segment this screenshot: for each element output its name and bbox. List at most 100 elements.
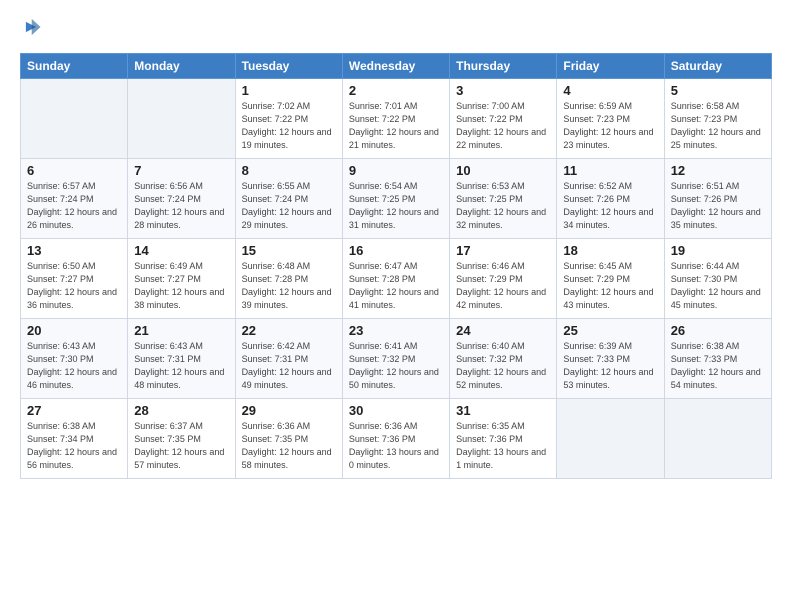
week-row-1: 1 Sunrise: 7:02 AMSunset: 7:22 PMDaylight…: [21, 79, 772, 159]
calendar-cell: 15 Sunrise: 6:48 AMSunset: 7:28 PMDayligh…: [235, 239, 342, 319]
calendar-cell: 13 Sunrise: 6:50 AMSunset: 7:27 PMDayligh…: [21, 239, 128, 319]
calendar-cell: [21, 79, 128, 159]
day-info: Sunrise: 6:53 AMSunset: 7:25 PMDaylight:…: [456, 180, 550, 232]
calendar-cell: 28 Sunrise: 6:37 AMSunset: 7:35 PMDayligh…: [128, 399, 235, 479]
day-info: Sunrise: 6:57 AMSunset: 7:24 PMDaylight:…: [27, 180, 121, 232]
day-info: Sunrise: 6:43 AMSunset: 7:31 PMDaylight:…: [134, 340, 228, 392]
day-number: 29: [242, 403, 336, 418]
day-number: 24: [456, 323, 550, 338]
week-row-4: 20 Sunrise: 6:43 AMSunset: 7:30 PMDayligh…: [21, 319, 772, 399]
calendar-table: SundayMondayTuesdayWednesdayThursdayFrid…: [20, 53, 772, 479]
day-number: 13: [27, 243, 121, 258]
week-row-2: 6 Sunrise: 6:57 AMSunset: 7:24 PMDaylight…: [21, 159, 772, 239]
calendar-cell: 19Sunrise: 6:44 AMSunset: 7:30 PMDayligh…: [664, 239, 771, 319]
day-number: 28: [134, 403, 228, 418]
calendar-cell: 14Sunrise: 6:49 AMSunset: 7:27 PMDayligh…: [128, 239, 235, 319]
day-number: 16: [349, 243, 443, 258]
day-number: 9: [349, 163, 443, 178]
calendar-cell: 8 Sunrise: 6:55 AMSunset: 7:24 PMDaylight…: [235, 159, 342, 239]
day-number: 11: [563, 163, 657, 178]
calendar-cell: 5Sunrise: 6:58 AMSunset: 7:23 PMDaylight…: [664, 79, 771, 159]
calendar-cell: [664, 399, 771, 479]
day-info: Sunrise: 6:36 AMSunset: 7:35 PMDaylight:…: [242, 420, 336, 472]
day-info: Sunrise: 6:47 AMSunset: 7:28 PMDaylight:…: [349, 260, 443, 312]
weekday-header-tuesday: Tuesday: [235, 54, 342, 79]
calendar-cell: 17 Sunrise: 6:46 AMSunset: 7:29 PMDayligh…: [450, 239, 557, 319]
day-number: 30: [349, 403, 443, 418]
calendar-cell: 18 Sunrise: 6:45 AMSunset: 7:29 PMDayligh…: [557, 239, 664, 319]
calendar-cell: 30 Sunrise: 6:36 AMSunset: 7:36 PMDayligh…: [342, 399, 449, 479]
calendar-cell: 11Sunrise: 6:52 AMSunset: 7:26 PMDayligh…: [557, 159, 664, 239]
day-info: Sunrise: 6:35 AMSunset: 7:36 PMDaylight:…: [456, 420, 550, 472]
calendar-cell: 31 Sunrise: 6:35 AMSunset: 7:36 PMDayligh…: [450, 399, 557, 479]
weekday-header-friday: Friday: [557, 54, 664, 79]
calendar-cell: 6 Sunrise: 6:57 AMSunset: 7:24 PMDaylight…: [21, 159, 128, 239]
day-info: Sunrise: 6:38 AMSunset: 7:33 PMDaylight:…: [671, 340, 765, 392]
header: [20, 16, 772, 43]
day-number: 22: [242, 323, 336, 338]
calendar-cell: 4 Sunrise: 6:59 AMSunset: 7:23 PMDaylight…: [557, 79, 664, 159]
day-info: Sunrise: 7:01 AMSunset: 7:22 PMDaylight:…: [349, 100, 443, 152]
day-number: 4: [563, 83, 657, 98]
day-number: 3: [456, 83, 550, 98]
weekday-header-thursday: Thursday: [450, 54, 557, 79]
day-number: 19: [671, 243, 765, 258]
day-info: Sunrise: 6:50 AMSunset: 7:27 PMDaylight:…: [27, 260, 121, 312]
day-info: Sunrise: 6:41 AMSunset: 7:32 PMDaylight:…: [349, 340, 443, 392]
day-info: Sunrise: 7:02 AMSunset: 7:22 PMDaylight:…: [242, 100, 336, 152]
day-number: 18: [563, 243, 657, 258]
day-number: 10: [456, 163, 550, 178]
page: SundayMondayTuesdayWednesdayThursdayFrid…: [0, 0, 792, 612]
day-number: 2: [349, 83, 443, 98]
calendar-cell: 29 Sunrise: 6:36 AMSunset: 7:35 PMDayligh…: [235, 399, 342, 479]
day-number: 6: [27, 163, 121, 178]
day-number: 1: [242, 83, 336, 98]
day-info: Sunrise: 6:42 AMSunset: 7:31 PMDaylight:…: [242, 340, 336, 392]
day-info: Sunrise: 6:46 AMSunset: 7:29 PMDaylight:…: [456, 260, 550, 312]
day-info: Sunrise: 6:37 AMSunset: 7:35 PMDaylight:…: [134, 420, 228, 472]
calendar-cell: 26 Sunrise: 6:38 AMSunset: 7:33 PMDayligh…: [664, 319, 771, 399]
day-number: 27: [27, 403, 121, 418]
day-info: Sunrise: 7:00 AMSunset: 7:22 PMDaylight:…: [456, 100, 550, 152]
weekday-header-monday: Monday: [128, 54, 235, 79]
calendar-cell: 24 Sunrise: 6:40 AMSunset: 7:32 PMDayligh…: [450, 319, 557, 399]
logo-icon: [20, 16, 42, 43]
calendar-cell: 3 Sunrise: 7:00 AMSunset: 7:22 PMDaylight…: [450, 79, 557, 159]
calendar-cell: 22 Sunrise: 6:42 AMSunset: 7:31 PMDayligh…: [235, 319, 342, 399]
day-number: 21: [134, 323, 228, 338]
calendar-cell: 1 Sunrise: 7:02 AMSunset: 7:22 PMDaylight…: [235, 79, 342, 159]
weekday-header-sunday: Sunday: [21, 54, 128, 79]
calendar-cell: [557, 399, 664, 479]
logo: [20, 16, 46, 43]
calendar-cell: [128, 79, 235, 159]
day-info: Sunrise: 6:45 AMSunset: 7:29 PMDaylight:…: [563, 260, 657, 312]
day-info: Sunrise: 6:58 AMSunset: 7:23 PMDaylight:…: [671, 100, 765, 152]
day-number: 31: [456, 403, 550, 418]
day-number: 26: [671, 323, 765, 338]
calendar-cell: 27Sunrise: 6:38 AMSunset: 7:34 PMDayligh…: [21, 399, 128, 479]
day-info: Sunrise: 6:54 AMSunset: 7:25 PMDaylight:…: [349, 180, 443, 232]
calendar-cell: 23 Sunrise: 6:41 AMSunset: 7:32 PMDayligh…: [342, 319, 449, 399]
day-info: Sunrise: 6:39 AMSunset: 7:33 PMDaylight:…: [563, 340, 657, 392]
day-info: Sunrise: 6:55 AMSunset: 7:24 PMDaylight:…: [242, 180, 336, 232]
calendar-cell: 16 Sunrise: 6:47 AMSunset: 7:28 PMDayligh…: [342, 239, 449, 319]
week-row-3: 13 Sunrise: 6:50 AMSunset: 7:27 PMDayligh…: [21, 239, 772, 319]
day-info: Sunrise: 6:59 AMSunset: 7:23 PMDaylight:…: [563, 100, 657, 152]
day-number: 8: [242, 163, 336, 178]
day-number: 20: [27, 323, 121, 338]
day-number: 25: [563, 323, 657, 338]
day-info: Sunrise: 6:40 AMSunset: 7:32 PMDaylight:…: [456, 340, 550, 392]
day-info: Sunrise: 6:43 AMSunset: 7:30 PMDaylight:…: [27, 340, 121, 392]
calendar-cell: 7Sunrise: 6:56 AMSunset: 7:24 PMDaylight…: [128, 159, 235, 239]
day-info: Sunrise: 6:49 AMSunset: 7:27 PMDaylight:…: [134, 260, 228, 312]
day-info: Sunrise: 6:48 AMSunset: 7:28 PMDaylight:…: [242, 260, 336, 312]
day-info: Sunrise: 6:51 AMSunset: 7:26 PMDaylight:…: [671, 180, 765, 232]
calendar-cell: 25 Sunrise: 6:39 AMSunset: 7:33 PMDayligh…: [557, 319, 664, 399]
week-row-5: 27Sunrise: 6:38 AMSunset: 7:34 PMDayligh…: [21, 399, 772, 479]
day-number: 12: [671, 163, 765, 178]
day-info: Sunrise: 6:36 AMSunset: 7:36 PMDaylight:…: [349, 420, 443, 472]
weekday-header-row: SundayMondayTuesdayWednesdayThursdayFrid…: [21, 54, 772, 79]
day-number: 17: [456, 243, 550, 258]
day-number: 15: [242, 243, 336, 258]
day-number: 23: [349, 323, 443, 338]
